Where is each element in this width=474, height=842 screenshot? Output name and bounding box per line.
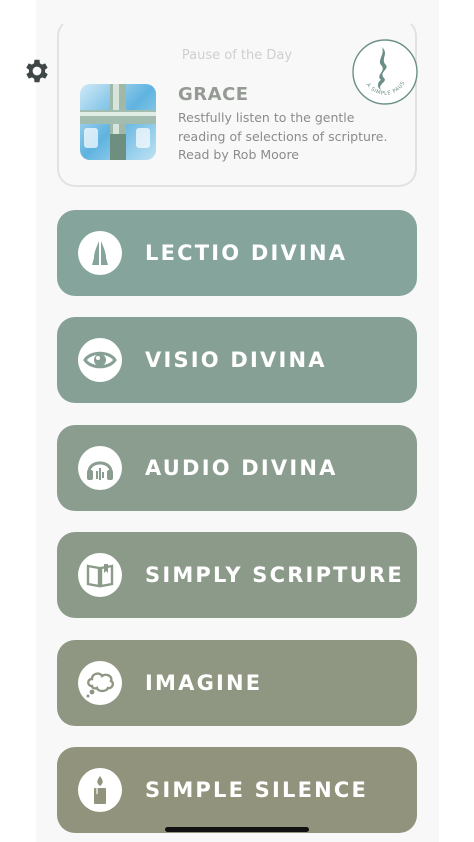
pause-heading: GRACE [178,84,249,105]
pause-reader: Read by Rob Moore [178,147,300,162]
open-book-icon [78,553,122,597]
lectio-divina-button[interactable]: LECTIO DIVINA [57,210,417,296]
pause-description: Restfully listen to the gentle reading o… [178,110,388,144]
simply-scripture-button[interactable]: SIMPLY SCRIPTURE [57,532,417,618]
menu-label: AUDIO DIVINA [145,456,338,480]
gear-icon[interactable] [22,56,52,86]
menu-label: LECTIO DIVINA [145,241,348,265]
thought-cloud-icon [78,661,122,705]
candle-icon [78,768,122,812]
simple-silence-button[interactable]: SIMPLE SILENCE [57,747,417,833]
home-indicator[interactable] [165,827,309,832]
headphones-icon [78,446,122,490]
menu-label: VISIO DIVINA [145,348,327,372]
menu-label: IMAGINE [145,671,263,695]
menu-label: SIMPLE SILENCE [145,778,369,802]
visio-divina-button[interactable]: VISIO DIVINA [57,317,417,403]
a-simple-pause-logo: A SIMPLE PAUSE [351,38,418,105]
praying-hands-icon [78,231,122,275]
pause-thumbnail-image[interactable] [80,84,156,160]
imagine-button[interactable]: IMAGINE [57,640,417,726]
eye-icon [78,338,122,382]
menu-label: SIMPLY SCRIPTURE [145,563,404,587]
audio-divina-button[interactable]: AUDIO DIVINA [57,425,417,511]
